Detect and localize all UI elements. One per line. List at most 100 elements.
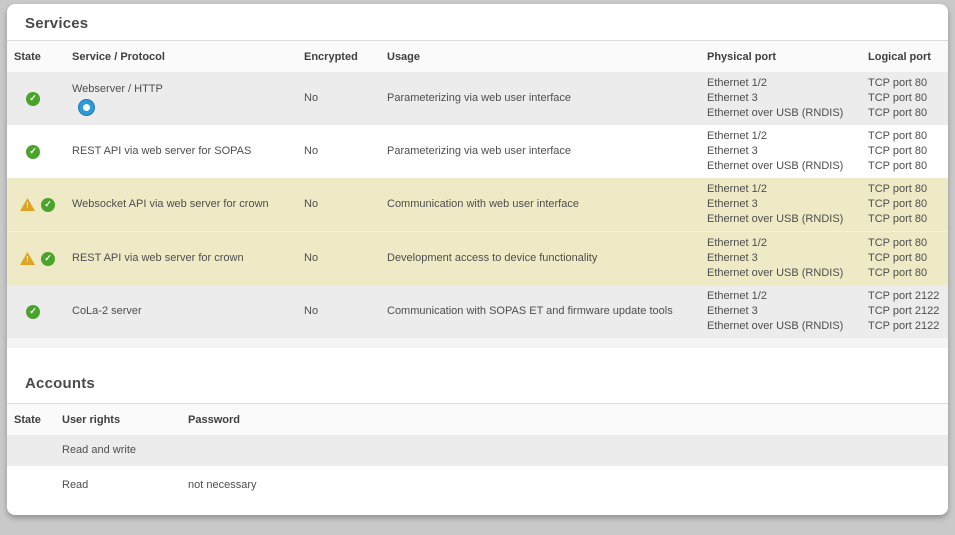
service-state-cell bbox=[7, 178, 72, 232]
state-icons bbox=[7, 145, 72, 159]
service-state-cell bbox=[7, 72, 72, 125]
service-state-cell bbox=[7, 125, 72, 178]
col-header-password: Password bbox=[188, 404, 948, 435]
logical-port-line: TCP port 80 bbox=[868, 129, 948, 144]
service-row: CoLa-2 server No Communication with SOPAS … bbox=[7, 285, 948, 338]
physical-port-line: Ethernet 3 bbox=[707, 197, 868, 212]
logical-port-cell: TCP port 2122TCP port 2122TCP port 2122 bbox=[868, 285, 948, 338]
logical-port-line: TCP port 80 bbox=[868, 159, 948, 174]
physical-port-cell: Ethernet 1/2Ethernet 3Ethernet over USB … bbox=[707, 125, 868, 178]
service-name: REST API via web server for SOPAS bbox=[72, 145, 251, 157]
accounts-table-header: State User rights Password bbox=[7, 404, 948, 435]
logical-port-line: TCP port 80 bbox=[868, 197, 948, 212]
service-name: Webserver / HTTP bbox=[72, 83, 163, 95]
state-icons bbox=[7, 92, 72, 106]
state-icons bbox=[7, 305, 72, 319]
physical-port-line: Ethernet over USB (RNDIS) bbox=[707, 266, 868, 281]
user-rights-cell: Read and write bbox=[62, 435, 188, 466]
warning-icon bbox=[20, 198, 35, 211]
physical-port-cell: Ethernet 1/2Ethernet 3Ethernet over USB … bbox=[707, 72, 868, 125]
service-name-cell: Webserver / HTTP bbox=[72, 72, 304, 125]
col-header-user-rights: User rights bbox=[62, 404, 188, 435]
password-value: not necessary bbox=[188, 479, 256, 491]
usage-value: Communication with SOPAS ET and firmware… bbox=[387, 305, 673, 317]
security-settings-panel: Services State Service / Protocol Encryp… bbox=[7, 4, 948, 515]
account-row: Readnot necessary bbox=[7, 466, 948, 504]
service-row: REST API via web server for crown No Devel… bbox=[7, 232, 948, 286]
logical-port-line: TCP port 2122 bbox=[868, 319, 948, 334]
usage-value: Development access to device functionali… bbox=[387, 252, 597, 264]
col-header-encrypted: Encrypted bbox=[304, 41, 387, 72]
account-state-cell bbox=[7, 466, 62, 504]
service-name: REST API via web server for crown bbox=[72, 252, 244, 264]
logical-port-line: TCP port 80 bbox=[868, 251, 948, 266]
physical-port-line: Ethernet 3 bbox=[707, 144, 868, 159]
service-name-cell: REST API via web server for crown bbox=[72, 232, 304, 286]
service-row: REST API via web server for SOPASNoParam… bbox=[7, 125, 948, 178]
usage-cell: Parameterizing via web user interface bbox=[387, 125, 707, 178]
logical-port-line: TCP port 80 bbox=[868, 236, 948, 251]
service-name: Websocket API via web server for crown bbox=[72, 198, 269, 210]
physical-port-line: Ethernet 1/2 bbox=[707, 129, 868, 144]
services-table-header: State Service / Protocol Encrypted Usage… bbox=[7, 41, 948, 72]
usage-cell: Communication with web user interface bbox=[387, 178, 707, 232]
physical-port-line: Ethernet 1/2 bbox=[707, 236, 868, 251]
col-header-logical-port: Logical port bbox=[868, 41, 948, 72]
account-row: Read and write bbox=[7, 435, 948, 466]
user-rights-value: Read and write bbox=[62, 444, 136, 456]
status-ok-icon bbox=[41, 198, 55, 212]
usage-cell: Communication with SOPAS ET and firmware… bbox=[387, 285, 707, 338]
service-row: Webserver / HTTP No Parameterizing via web… bbox=[7, 72, 948, 125]
logical-port-line: TCP port 80 bbox=[868, 91, 948, 106]
logical-port-line: TCP port 80 bbox=[868, 266, 948, 281]
service-name-cell: CoLa-2 server bbox=[72, 285, 304, 338]
col-header-service-protocol: Service / Protocol bbox=[72, 41, 304, 72]
logical-port-cell: TCP port 80TCP port 80TCP port 80 bbox=[868, 178, 948, 232]
state-icons bbox=[7, 252, 72, 266]
password-cell: not necessary bbox=[188, 466, 948, 504]
logical-port-cell: TCP port 80TCP port 80TCP port 80 bbox=[868, 125, 948, 178]
accounts-table: State User rights Password Read and writ… bbox=[7, 404, 948, 504]
status-ok-icon bbox=[41, 252, 55, 266]
encrypted-value: No bbox=[304, 252, 318, 264]
status-ok-icon bbox=[26, 305, 40, 319]
user-rights-cell: Read bbox=[62, 466, 188, 504]
password-cell bbox=[188, 435, 948, 466]
usage-value: Parameterizing via web user interface bbox=[387, 145, 571, 157]
service-state-cell bbox=[7, 232, 72, 286]
encrypted-value: No bbox=[304, 305, 318, 317]
accounts-table-body: Read and write Readnot necessary bbox=[7, 435, 948, 504]
col-header-physical-port: Physical port bbox=[707, 41, 868, 72]
service-name-cell: REST API via web server for SOPAS bbox=[72, 125, 304, 178]
physical-port-cell: Ethernet 1/2Ethernet 3Ethernet over USB … bbox=[707, 178, 868, 232]
usage-value: Communication with web user interface bbox=[387, 198, 579, 210]
status-ok-icon bbox=[26, 92, 40, 106]
encrypted-value: No bbox=[304, 92, 318, 104]
physical-port-line: Ethernet 3 bbox=[707, 251, 868, 266]
services-table: State Service / Protocol Encrypted Usage… bbox=[7, 41, 948, 338]
physical-port-line: Ethernet over USB (RNDIS) bbox=[707, 212, 868, 227]
physical-port-line: Ethernet over USB (RNDIS) bbox=[707, 106, 868, 121]
logical-port-line: TCP port 80 bbox=[868, 106, 948, 121]
physical-port-cell: Ethernet 1/2Ethernet 3Ethernet over USB … bbox=[707, 232, 868, 286]
service-name-cell: Websocket API via web server for crown bbox=[72, 178, 304, 232]
encrypted-cell: No bbox=[304, 178, 387, 232]
physical-port-line: Ethernet 1/2 bbox=[707, 182, 868, 197]
physical-port-line: Ethernet 1/2 bbox=[707, 76, 868, 91]
service-name: CoLa-2 server bbox=[72, 305, 142, 317]
services-table-body: Webserver / HTTP No Parameterizing via web… bbox=[7, 72, 948, 338]
usage-cell: Parameterizing via web user interface bbox=[387, 72, 707, 125]
col-header-usage: Usage bbox=[387, 41, 707, 72]
logical-port-line: TCP port 2122 bbox=[868, 304, 948, 319]
account-state-cell bbox=[7, 435, 62, 466]
col-header-account-state: State bbox=[7, 404, 62, 435]
logical-port-line: TCP port 80 bbox=[868, 212, 948, 227]
accounts-section-title: Accounts bbox=[7, 348, 948, 404]
usage-cell: Development access to device functionali… bbox=[387, 232, 707, 286]
status-ok-icon bbox=[26, 145, 40, 159]
encrypted-cell: No bbox=[304, 285, 387, 338]
usage-value: Parameterizing via web user interface bbox=[387, 92, 571, 104]
service-state-cell bbox=[7, 285, 72, 338]
encrypted-cell: No bbox=[304, 72, 387, 125]
physical-port-line: Ethernet 3 bbox=[707, 91, 868, 106]
